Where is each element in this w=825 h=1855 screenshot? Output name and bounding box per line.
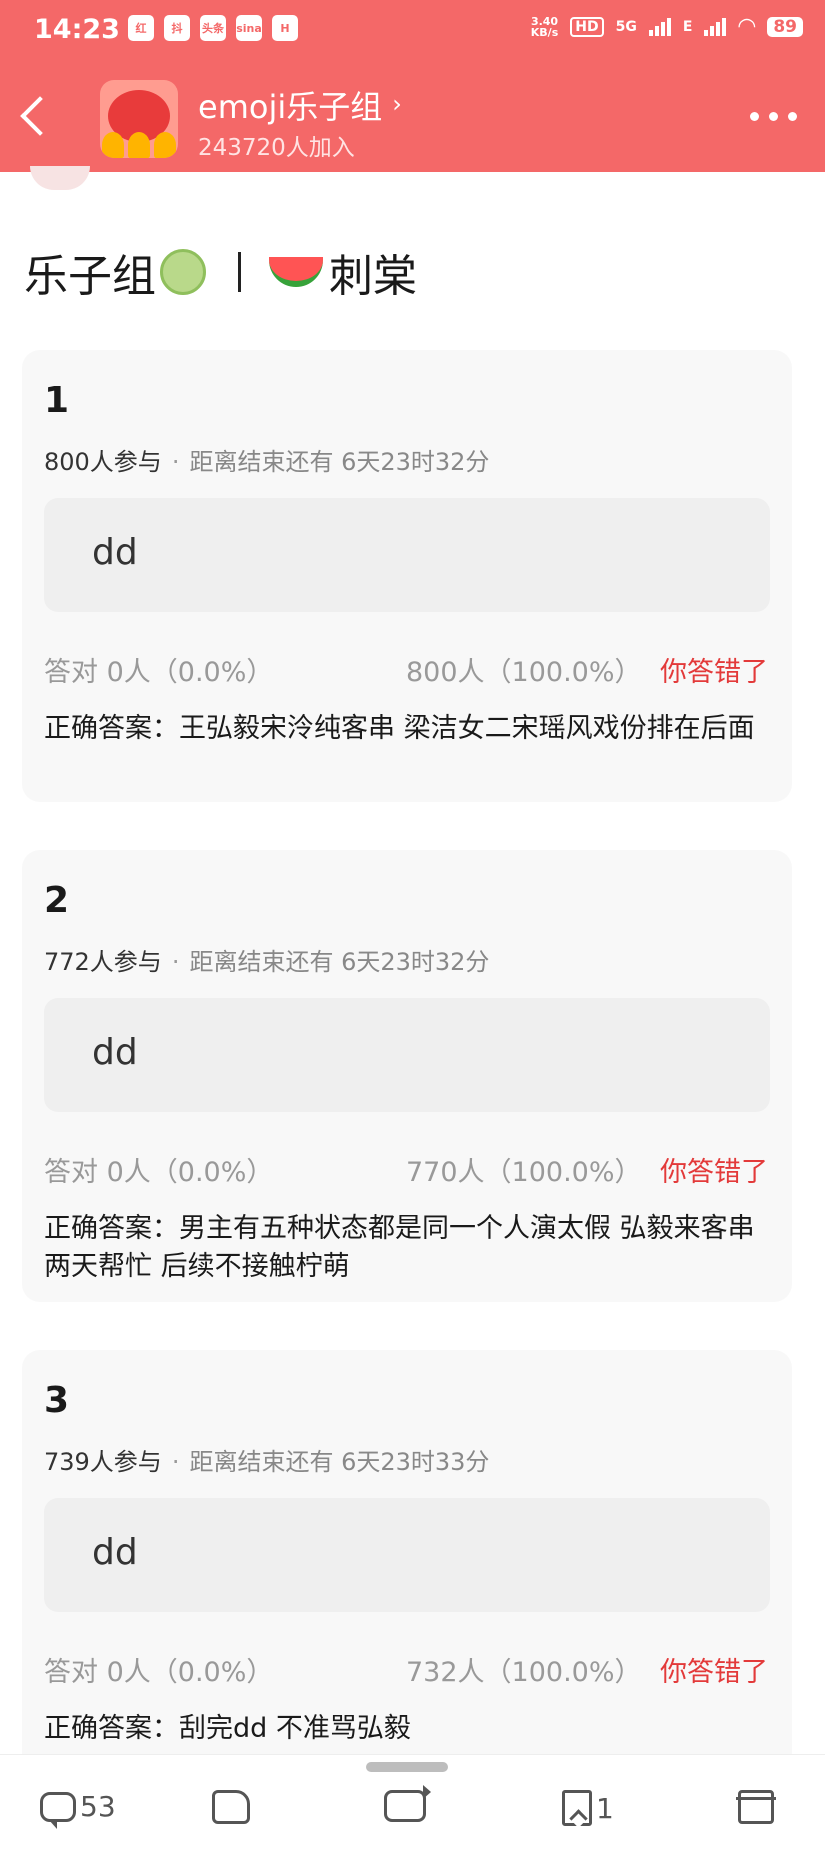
countdown: 距离结束还有 6天23时32分 [189, 448, 490, 476]
drag-handle[interactable] [366, 1762, 448, 1772]
hd-badge: HD [570, 16, 604, 37]
title-divider [238, 252, 241, 292]
comment-icon [40, 1791, 76, 1829]
gift-button[interactable] [736, 1790, 776, 1824]
comment-button[interactable]: 53 [40, 1790, 116, 1829]
toutiao-notification-icon: 头条 [200, 15, 226, 41]
melon-emoji-icon [160, 249, 206, 295]
group-title-link[interactable]: emoji乐子组 › [198, 82, 402, 128]
group-title: emoji乐子组 [198, 88, 383, 126]
verdict-label: 你答错了 [660, 1657, 768, 1688]
post-title-left: 乐子组 [24, 251, 156, 302]
watermelon-emoji-icon [269, 257, 323, 287]
bookmark-button[interactable]: 1 [562, 1790, 614, 1826]
status-right: 3.40 KB/s HD 5G E ◠ 89 [531, 14, 803, 39]
signal-5g-label: 5G [615, 18, 637, 35]
battery-icon: 89 [767, 16, 803, 37]
quiz-meta: 739人参与 · 距离结束还有 6天23时33分 [44, 1448, 490, 1476]
participant-count: 800人参与 [44, 448, 162, 476]
flame-icon [102, 132, 124, 158]
verdict-label: 你答错了 [660, 1157, 768, 1188]
countdown: 距离结束还有 6天23时33分 [189, 1448, 490, 1476]
group-member-count: 243720人加入 [198, 135, 355, 161]
tiktok-notification-icon: 抖 [164, 15, 190, 41]
sina-notification-icon: sina [236, 15, 262, 41]
chevron-right-icon: › [392, 90, 402, 118]
quiz-number: 3 [44, 1380, 70, 1421]
flame-icon [128, 132, 150, 158]
quiz-card: 1 800人参与 · 距离结束还有 6天23时32分 dd 答对 0人（0.0%） … [22, 350, 792, 802]
correct-answer: 正确答案：男主有五种状态都是同一个人演太假 弘毅来客串两天帮忙 后续不接触柠萌 [44, 1213, 755, 1282]
countdown: 距离结束还有 6天23时32分 [189, 948, 490, 976]
quiz-number: 2 [44, 880, 70, 921]
signal-bars-icon-2 [704, 17, 727, 36]
more-options-button[interactable] [750, 112, 797, 121]
correct-stat: 答对 0人（0.0%） [44, 657, 274, 688]
wrong-stat: 732人（100.0%） [406, 1657, 642, 1688]
status-time: 14:23 [34, 14, 120, 45]
repost-button[interactable] [384, 1785, 431, 1822]
quiz-card: 3 739人参与 · 距离结束还有 6天23时33分 dd 答对 0人（0.0%） … [22, 1350, 792, 1790]
quiz-option[interactable]: dd [44, 1498, 770, 1612]
wrong-stat: 800人（100.0%） [406, 657, 642, 688]
bookmark-icon [562, 1790, 592, 1826]
top-bar: 14:23 红 抖 头条 sina H 3.40 KB/s HD 5G E ◠ 8… [0, 0, 825, 172]
wifi-icon: ◠ [738, 14, 756, 39]
signal-e-label: E [682, 18, 693, 35]
quiz-stats: 答对 0人（0.0%） 732人（100.0%） 你答错了 [44, 1650, 790, 1689]
participant-count: 739人参与 [44, 1448, 162, 1476]
participant-count: 772人参与 [44, 948, 162, 976]
quiz-meta: 800人参与 · 距离结束还有 6天23时32分 [44, 448, 490, 476]
option-label: dd [92, 532, 138, 573]
wrong-stat: 770人（100.0%） [406, 1157, 642, 1188]
post-title: 乐子组 刺棠 [24, 240, 417, 304]
thumbs-up-icon [212, 1790, 250, 1824]
correct-stat: 答对 0人（0.0%） [44, 1157, 274, 1188]
quiz-stats: 答对 0人（0.0%） 800人（100.0%） 你答错了 [44, 650, 790, 689]
gift-icon [736, 1790, 776, 1824]
quiz-meta: 772人参与 · 距离结束还有 6天23时32分 [44, 948, 490, 976]
app-notification-icon: 红 [128, 15, 154, 41]
notification-icons: 红 抖 头条 sina H [128, 15, 298, 41]
verdict-label: 你答错了 [660, 657, 768, 688]
option-label: dd [92, 1032, 138, 1073]
post-title-right: 刺棠 [329, 251, 417, 302]
quiz-number: 1 [44, 380, 70, 421]
quiz-stats: 答对 0人（0.0%） 770人（100.0%） 你答错了 [44, 1150, 790, 1189]
bookmark-count: 1 [596, 1791, 614, 1825]
group-avatar[interactable] [100, 80, 178, 158]
correct-answer: 正确答案：刮完dd 不准骂弘毅 [44, 1713, 411, 1744]
quiz-card: 2 772人参与 · 距离结束还有 6天23时32分 dd 答对 0人（0.0%） … [22, 850, 792, 1302]
quiz-option[interactable]: dd [44, 998, 770, 1112]
status-bar: 14:23 红 抖 头条 sina H 3.40 KB/s HD 5G E ◠ 8… [0, 0, 825, 60]
author-avatar-partial[interactable] [30, 166, 90, 190]
net-speed: 3.40 KB/s [530, 14, 559, 39]
quiz-option[interactable]: dd [44, 498, 770, 612]
signal-bars-icon [648, 17, 671, 36]
like-button[interactable] [212, 1790, 250, 1824]
correct-answer: 正确答案：王弘毅宋泠纯客串 梁洁女二宋瑶风戏份排在后面 [44, 713, 755, 744]
repost-icon [384, 1785, 431, 1822]
correct-stat: 答对 0人（0.0%） [44, 1657, 274, 1688]
comment-count: 53 [80, 1790, 116, 1823]
flame-icon [154, 132, 176, 158]
option-label: dd [92, 1532, 138, 1573]
h-app-notification-icon: H [272, 15, 298, 41]
back-button[interactable] [14, 88, 54, 144]
